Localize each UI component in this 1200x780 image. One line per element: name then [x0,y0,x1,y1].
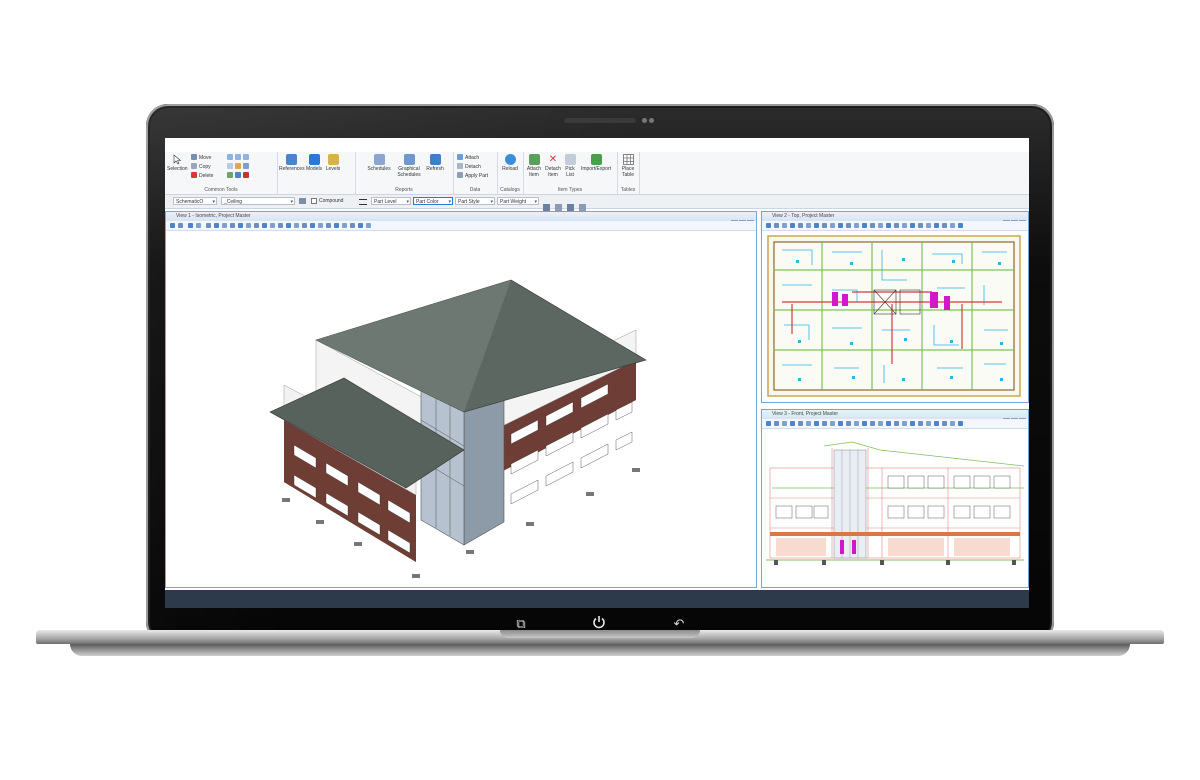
selection-button[interactable]: Selection [167,154,188,172]
speaker-grille [564,118,636,123]
view-3-front[interactable]: View 3 - Front, Project Master [761,409,1029,588]
place-table-button[interactable]: Place Table [619,154,637,178]
view-1-isometric[interactable]: View 1 - Isometric, Project Master [165,211,757,588]
refresh-button[interactable]: Refresh [425,154,445,172]
compound-icon [299,198,306,204]
group-label: Common Tools [204,187,238,193]
view-2-top[interactable]: View 2 - Top, Project Master [761,211,1029,403]
attach-item-icon [528,154,540,165]
reload-button[interactable]: Reload [500,154,520,172]
attach-icon [457,154,463,160]
move-icon [191,154,197,160]
move-button[interactable]: Move [191,154,211,161]
app-screen: Selection Move Copy Delete Common Tools … [165,138,1029,608]
import-export-button[interactable]: Import/Export [578,154,614,172]
part-weight-select[interactable]: Part Weight [497,197,539,206]
references-icon [285,154,297,165]
levels-icon [327,154,339,165]
model-select[interactable]: _Ceiling [221,197,295,206]
group-data: Attach Detach Apply Part Data [453,152,498,194]
delete-icon [191,172,197,178]
group-label: Data [469,187,481,193]
group-label: Reports [395,187,413,193]
detach-item-button[interactable]: ✕ Detach Item [544,154,562,178]
line-weight-icon [359,199,367,205]
view-1-title: View 1 - Isometric, Project Master [176,213,251,219]
level-select[interactable]: SchematicO [173,197,217,206]
copy-button[interactable]: Copy [191,163,211,170]
tool-row-3[interactable] [227,172,251,179]
schedules-icon [373,154,385,165]
title-bar [165,138,1029,153]
group-label: Tables [620,187,636,193]
group-reports: Schedules Graphical Schedules Refresh Re… [355,152,454,194]
graphical-schedules-icon [403,154,415,165]
part-style-select[interactable]: Part Style [455,197,495,206]
copy-icon [191,163,197,169]
attach-item-button[interactable]: Attach Item [525,154,543,178]
floor-plan-drawing [767,235,1021,397]
attach-button[interactable]: Attach [457,154,479,161]
front-elevation-drawing [766,441,1025,565]
group-catalogs: Reload Catalogs [497,152,524,194]
part-level-select[interactable]: Part Level [371,197,411,206]
pick-list-button[interactable]: Pick List [563,154,577,178]
attributes-bar: SchematicO _Ceiling Compound Part Level … [165,195,1029,211]
group-label: Item Types [557,187,583,193]
detach-item-icon: ✕ [548,154,558,165]
place-table-icon [622,154,634,165]
view-3-title: View 3 - Front, Project Master [772,411,839,417]
group-tables: Place Table Tables [617,152,640,194]
power-icon[interactable] [590,615,608,633]
models-icon [308,154,320,165]
group-label: Catalogs [500,187,520,193]
group-item-types: Attach Item ✕ Detach Item Pick List Impo… [523,152,618,194]
isometric-building-model [269,279,647,578]
reload-icon [504,154,516,165]
compound-label: Compound [319,198,344,204]
status-bar [165,590,1029,608]
references-button[interactable]: References [279,154,305,172]
models-button[interactable]: Models [305,154,323,172]
levels-button[interactable]: Levels [325,154,341,172]
back-icon[interactable]: ↶ [670,615,688,633]
graphical-schedules-button[interactable]: Graphical Schedules [395,154,423,178]
compound-checkbox[interactable] [311,198,317,204]
schedules-button[interactable]: Schedules [367,154,391,172]
detach-button[interactable]: Detach [457,163,481,170]
refresh-icon [429,154,441,165]
ribbon: Selection Move Copy Delete Common Tools … [165,152,1029,195]
import-export-icon [590,154,602,165]
view-2-title: View 2 - Top, Project Master [772,213,835,219]
overview-icon[interactable]: ⧉ [512,615,530,633]
apply-part-button[interactable]: Apply Part [457,172,488,179]
detach-icon [457,163,463,169]
tool-row-2[interactable] [227,163,251,170]
group-references: References Models Levels [277,152,356,194]
camera-dot [642,118,647,123]
laptop-base-shadow [70,644,1130,656]
apply-part-icon [457,172,463,178]
part-color-select[interactable]: Part Color [413,197,453,206]
pick-list-icon [564,154,576,165]
tool-settings-icons[interactable] [543,198,591,211]
selection-icon [172,154,183,165]
camera-dot [649,118,654,123]
tool-row-1[interactable] [227,154,251,161]
delete-button[interactable]: Delete [191,172,213,179]
group-common-tools: Selection Move Copy Delete Common Tools [165,152,278,194]
